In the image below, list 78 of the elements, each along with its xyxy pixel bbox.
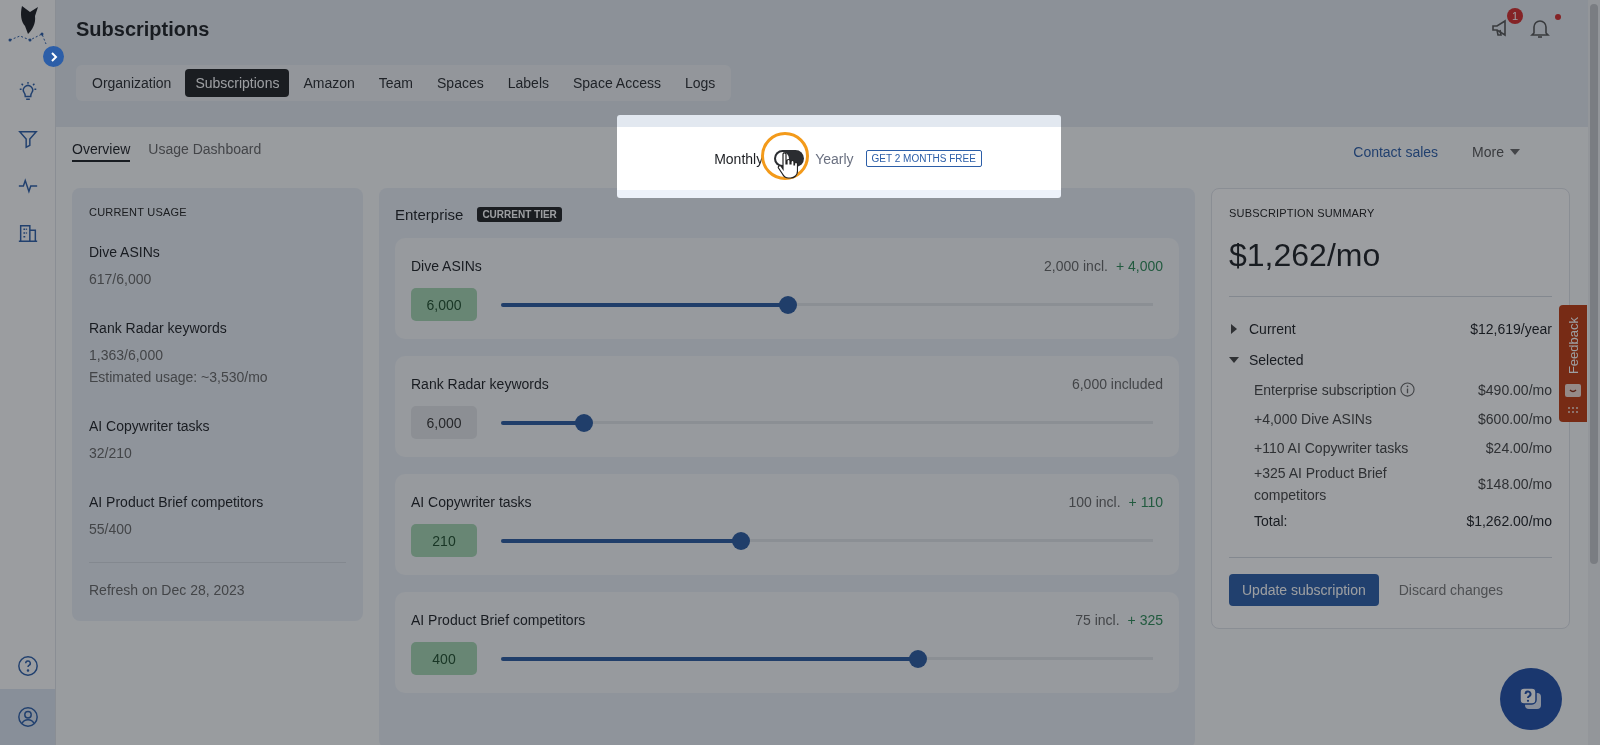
line-amount: $24.00/mo bbox=[1485, 439, 1552, 456]
value-field[interactable]: 210 bbox=[411, 524, 477, 557]
included-amount: 100 incl. bbox=[1068, 494, 1121, 510]
value-field[interactable]: 6,000 bbox=[411, 288, 477, 321]
line-label: +4,000 Dive ASINs bbox=[1254, 409, 1372, 429]
subtab[interactable]: Overview bbox=[72, 141, 131, 162]
included-amount: 75 incl. bbox=[1075, 612, 1120, 628]
value-field[interactable]: 400 bbox=[411, 642, 477, 675]
usage-value: 1,363/6,000 bbox=[89, 346, 164, 365]
usage-name: AI Product Brief competitors bbox=[89, 494, 265, 510]
line-amount: $600.00/mo bbox=[1478, 410, 1552, 427]
line-label: Enterprise subscription bbox=[1254, 380, 1397, 400]
monthly-label: Monthly bbox=[714, 150, 764, 167]
line-amount: $148.00/mo bbox=[1478, 476, 1552, 492]
tab[interactable]: Logs bbox=[674, 69, 726, 97]
tab[interactable]: Space Access bbox=[563, 69, 671, 97]
scrollbar[interactable] bbox=[1588, 0, 1600, 745]
tab[interactable]: Labels bbox=[497, 69, 559, 97]
notification-count: 1 bbox=[1507, 7, 1523, 24]
slider-thumb[interactable] bbox=[731, 531, 750, 550]
hand-cursor-icon bbox=[776, 152, 799, 180]
user-icon[interactable] bbox=[0, 689, 55, 745]
feedback-tab[interactable]: Feedback bbox=[1559, 305, 1587, 423]
slider-thumb[interactable] bbox=[778, 295, 797, 314]
total-amount: $1,262.00/mo bbox=[1466, 512, 1552, 529]
included-amount: 6,000 included bbox=[1071, 376, 1163, 392]
update-subscription-button[interactable]: Update subscription bbox=[1229, 574, 1379, 606]
tab[interactable]: Subscriptions bbox=[185, 69, 290, 97]
usage-value: 32/210 bbox=[89, 444, 133, 463]
tier-badge: CURRENT TIER bbox=[477, 207, 562, 222]
summary-group[interactable]: Current bbox=[1249, 320, 1471, 337]
usage-name: AI Copywriter tasks bbox=[89, 418, 211, 434]
group-amount: $12,619/year bbox=[1470, 320, 1552, 337]
more-menu-button[interactable]: More bbox=[1472, 143, 1520, 160]
promo-badge: GET 2 MONTHS FREE bbox=[865, 150, 982, 167]
scrollbar-thumb[interactable] bbox=[1590, 4, 1598, 564]
card-heading: SUBSCRIPTION SUMMARY bbox=[1229, 207, 1376, 219]
summary-group[interactable]: Selected bbox=[1249, 351, 1552, 368]
added-amount: + 325 bbox=[1127, 612, 1163, 628]
plan-name: Enterprise bbox=[395, 206, 464, 223]
usage-value: 617/6,000 bbox=[89, 270, 153, 289]
line-label: +110 AI Copywriter tasks bbox=[1254, 438, 1409, 458]
slider-label: Rank Radar keywords bbox=[411, 376, 549, 392]
caret-icon[interactable] bbox=[1229, 354, 1239, 365]
slider-thumb[interactable] bbox=[909, 649, 928, 668]
line-label: +325 AI Product Brief competitors bbox=[1254, 464, 1388, 505]
yearly-label: Yearly bbox=[815, 150, 854, 167]
tab[interactable]: Spaces bbox=[427, 69, 494, 97]
card-heading: CURRENT USAGE bbox=[89, 206, 188, 218]
drag-dots-icon bbox=[1567, 406, 1579, 415]
caret-icon[interactable] bbox=[1229, 323, 1239, 334]
caret-icon bbox=[1510, 148, 1520, 155]
total-label: Total: bbox=[1254, 512, 1288, 529]
usage-name: Dive ASINs bbox=[89, 244, 161, 260]
slider-thumb[interactable] bbox=[574, 413, 593, 432]
slider-label: AI Copywriter tasks bbox=[411, 494, 532, 510]
contact-sales-link[interactable]: Contact sales bbox=[1353, 143, 1439, 160]
info-icon[interactable] bbox=[1400, 382, 1416, 397]
slider-label: Dive ASINs bbox=[411, 258, 482, 274]
total-price: $1,262/mo bbox=[1229, 237, 1382, 274]
slider-label: AI Product Brief competitors bbox=[411, 612, 586, 628]
tab[interactable]: Team bbox=[368, 69, 424, 97]
discard-changes-button[interactable]: Discard changes bbox=[1398, 582, 1504, 598]
usage-value: 55/400 bbox=[89, 520, 133, 539]
tab[interactable]: Organization bbox=[82, 69, 182, 97]
line-amount: $490.00/mo bbox=[1478, 381, 1552, 398]
refresh-date: Refresh on Dec 28, 2023 bbox=[89, 581, 246, 600]
value-field[interactable]: 6,000 bbox=[411, 406, 477, 439]
added-amount: + 110 bbox=[1128, 494, 1163, 510]
tab[interactable]: Amazon bbox=[293, 69, 365, 97]
chevron-right-icon bbox=[48, 51, 59, 62]
added-amount: + 4,000 bbox=[1115, 258, 1163, 274]
usage-name: Rank Radar keywords bbox=[89, 320, 228, 336]
subtab[interactable]: Usage Dashboard bbox=[148, 141, 262, 162]
usage-estimate: Estimated usage: ~3,530/mo bbox=[89, 368, 269, 387]
included-amount: 2,000 incl. bbox=[1044, 258, 1108, 274]
smiley-icon bbox=[1564, 382, 1582, 399]
page-title: Subscriptions bbox=[76, 18, 210, 41]
